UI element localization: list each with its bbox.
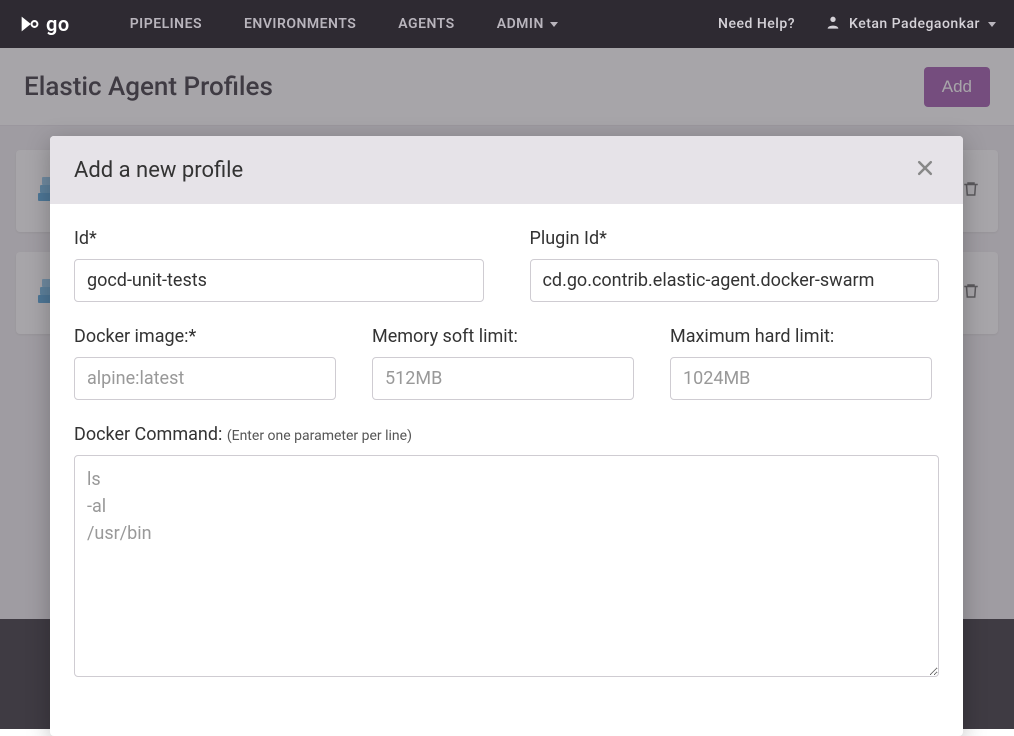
docker-command-label-main: Docker Command: [74, 424, 227, 445]
nav-agents[interactable]: AGENTS [398, 16, 454, 32]
chevron-down-icon [988, 22, 996, 27]
close-icon[interactable] [911, 154, 939, 186]
logo[interactable]: go [18, 13, 70, 35]
form-group-id: Id* [74, 228, 484, 302]
user-name: Ketan Padegaonkar [849, 16, 980, 32]
plugin-id-input[interactable] [530, 259, 940, 302]
docker-image-label: Docker image:* [74, 326, 336, 347]
id-input[interactable] [74, 259, 484, 302]
modal-body: Id* Plugin Id* Docker image:* Memory sof… [50, 204, 963, 736]
nav-need-help[interactable]: Need Help? [718, 16, 795, 32]
docker-command-label-hint: (Enter one parameter per line) [227, 428, 412, 444]
nav-right: Need Help? Ketan Padegaonkar [718, 14, 996, 34]
memory-hard-label: Maximum hard limit: [670, 326, 932, 347]
id-label: Id* [74, 228, 484, 249]
chevron-down-icon [550, 22, 558, 27]
user-icon [825, 14, 841, 34]
form-group-docker-image: Docker image:* [74, 326, 336, 400]
memory-soft-input[interactable] [372, 357, 634, 400]
nav-pipelines[interactable]: PIPELINES [130, 16, 202, 32]
form-group-memory-hard: Maximum hard limit: [670, 326, 932, 400]
nav-environments[interactable]: ENVIRONMENTS [244, 16, 356, 32]
plugin-id-label: Plugin Id* [530, 228, 940, 249]
add-profile-modal: Add a new profile Id* Plugin Id* Docker … [50, 136, 963, 736]
logo-mark-icon [18, 13, 40, 35]
docker-command-label: Docker Command: (Enter one parameter per… [74, 424, 939, 445]
form-group-memory-soft: Memory soft limit: [372, 326, 634, 400]
user-menu[interactable]: Ketan Padegaonkar [825, 14, 996, 34]
modal-title: Add a new profile [74, 158, 243, 183]
nav-admin[interactable]: ADMIN [497, 16, 558, 32]
form-row-limits: Docker image:* Memory soft limit: Maximu… [74, 326, 939, 400]
memory-hard-input[interactable] [670, 357, 932, 400]
nav-links: PIPELINES ENVIRONMENTS AGENTS ADMIN [130, 16, 558, 32]
logo-text: go [46, 14, 70, 34]
docker-command-textarea[interactable] [74, 455, 939, 677]
docker-image-input[interactable] [74, 357, 336, 400]
form-group-docker-command: Docker Command: (Enter one parameter per… [74, 424, 939, 677]
memory-soft-label: Memory soft limit: [372, 326, 634, 347]
form-row-ids: Id* Plugin Id* [74, 228, 939, 302]
modal-header: Add a new profile [50, 136, 963, 204]
form-group-plugin-id: Plugin Id* [530, 228, 940, 302]
top-navbar: go PIPELINES ENVIRONMENTS AGENTS ADMIN N… [0, 0, 1014, 48]
nav-admin-label: ADMIN [497, 16, 544, 32]
